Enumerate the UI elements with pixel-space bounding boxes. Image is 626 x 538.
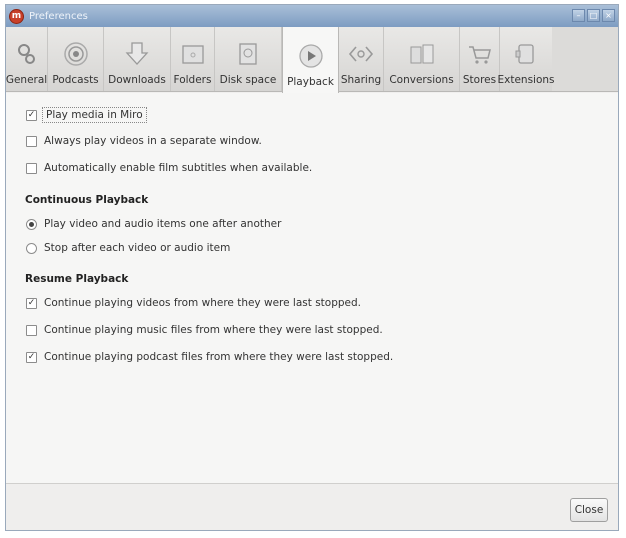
tab-label: Downloads bbox=[108, 74, 166, 86]
tab-label: Conversions bbox=[389, 74, 454, 86]
tab-label: Extensions bbox=[497, 74, 555, 86]
folder-icon bbox=[176, 38, 210, 70]
preferences-window: m Preferences – □ × General Podcasts Dow… bbox=[5, 4, 619, 531]
tab-podcasts[interactable]: Podcasts bbox=[48, 27, 104, 91]
subtitles-option[interactable]: Automatically enable film subtitles when… bbox=[26, 162, 312, 174]
tab-label: Sharing bbox=[340, 74, 382, 86]
dialog-footer: Close bbox=[6, 483, 618, 530]
play-one-after-another-option[interactable]: Play video and audio items one after ano… bbox=[26, 218, 281, 230]
tab-sharing[interactable]: Sharing bbox=[339, 27, 384, 91]
play-media-in-miro-option[interactable]: ✓ Play media in Miro bbox=[26, 107, 147, 123]
option-label: Always play videos in a separate window. bbox=[44, 135, 262, 147]
subtitles-checkbox[interactable] bbox=[26, 162, 37, 174]
stop-after-each-option[interactable]: Stop after each video or audio item bbox=[26, 242, 230, 254]
playback-panel: ✓ Play media in Miro Always play videos … bbox=[6, 93, 618, 483]
title-bar[interactable]: m Preferences – □ × bbox=[6, 5, 618, 27]
maximize-button[interactable]: □ bbox=[587, 9, 600, 22]
resume-music-option[interactable]: Continue playing music files from where … bbox=[26, 324, 383, 336]
resume-playback-heading: Resume Playback bbox=[25, 273, 129, 285]
preferences-tab-bar: General Podcasts Downloads Folders Disk … bbox=[6, 27, 618, 93]
tab-label: Stores bbox=[462, 74, 497, 86]
tab-label: Folders bbox=[173, 74, 212, 86]
disk-icon bbox=[231, 38, 265, 70]
cart-icon bbox=[463, 38, 497, 70]
separate-window-checkbox[interactable] bbox=[26, 135, 37, 147]
close-button[interactable]: Close bbox=[570, 498, 608, 522]
puzzle-icon bbox=[509, 38, 543, 70]
tab-general[interactable]: General bbox=[6, 27, 48, 91]
resume-podcasts-option[interactable]: ✓ Continue playing podcast files from wh… bbox=[26, 351, 393, 363]
tab-label: Disk space bbox=[219, 74, 277, 86]
play-media-in-miro-checkbox[interactable]: ✓ bbox=[26, 109, 37, 121]
option-label: Play media in Miro bbox=[42, 107, 147, 123]
window-title: Preferences bbox=[29, 10, 88, 22]
sharing-icon bbox=[344, 38, 378, 70]
minimize-button[interactable]: – bbox=[572, 9, 585, 22]
option-label: Continue playing music files from where … bbox=[44, 324, 383, 336]
download-arrow-icon bbox=[120, 38, 154, 70]
resume-podcasts-checkbox[interactable]: ✓ bbox=[26, 351, 37, 363]
resume-videos-checkbox[interactable]: ✓ bbox=[26, 297, 37, 309]
option-label: Stop after each video or audio item bbox=[44, 242, 231, 254]
tab-label: Playback bbox=[287, 76, 334, 88]
tab-playback[interactable]: Playback bbox=[282, 27, 339, 93]
tab-label: General bbox=[5, 74, 48, 86]
conversions-icon bbox=[405, 38, 439, 70]
gears-icon bbox=[10, 38, 44, 70]
close-window-button[interactable]: × bbox=[602, 9, 615, 22]
play-one-after-another-radio[interactable] bbox=[26, 218, 37, 230]
resume-videos-option[interactable]: ✓ Continue playing videos from where the… bbox=[26, 297, 361, 309]
tab-disk-space[interactable]: Disk space bbox=[215, 27, 282, 91]
tab-extensions[interactable]: Extensions bbox=[497, 27, 555, 91]
tab-folders[interactable]: Folders bbox=[171, 27, 215, 91]
tab-conversions[interactable]: Conversions bbox=[384, 27, 460, 91]
option-label: Play video and audio items one after ano… bbox=[44, 218, 282, 230]
miro-app-icon: m bbox=[9, 8, 24, 24]
separate-window-option[interactable]: Always play videos in a separate window. bbox=[26, 135, 262, 147]
tab-stores[interactable]: Stores bbox=[460, 27, 500, 91]
stop-after-each-radio[interactable] bbox=[26, 242, 37, 254]
tab-downloads[interactable]: Downloads bbox=[104, 27, 171, 91]
option-label: Automatically enable film subtitles when… bbox=[44, 162, 313, 174]
option-label: Continue playing podcast files from wher… bbox=[44, 351, 394, 363]
continuous-playback-heading: Continuous Playback bbox=[25, 194, 149, 206]
option-label: Continue playing videos from where they … bbox=[44, 297, 361, 309]
window-controls: – □ × bbox=[572, 9, 615, 22]
resume-music-checkbox[interactable] bbox=[26, 324, 37, 336]
podcast-icon bbox=[59, 38, 93, 70]
play-icon bbox=[294, 40, 328, 72]
tab-label: Podcasts bbox=[52, 74, 99, 86]
